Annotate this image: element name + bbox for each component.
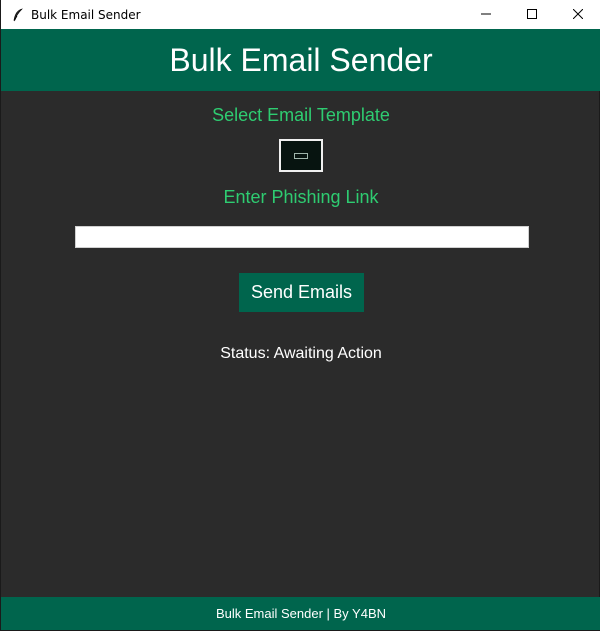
footer-text: Bulk Email Sender | By Y4BN	[215, 606, 387, 621]
template-dropdown[interactable]	[279, 139, 323, 172]
window-title: Bulk Email Sender	[31, 7, 141, 22]
feather-icon	[11, 7, 25, 22]
phishing-link-input[interactable]	[75, 226, 529, 248]
template-label: Select Email Template	[212, 105, 390, 125]
dropdown-indicator-icon	[294, 152, 308, 159]
minimize-button[interactable]	[463, 0, 509, 29]
header-bar: Bulk Email Sender	[1, 29, 600, 91]
close-icon	[572, 6, 584, 24]
title-bar[interactable]: Bulk Email Sender	[1, 0, 600, 29]
app-window: Bulk Email Sender Bulk Email Sender Sele…	[0, 0, 600, 631]
maximize-icon	[527, 6, 537, 24]
maximize-button[interactable]	[509, 0, 555, 29]
close-button[interactable]	[555, 0, 600, 29]
footer-bar: Bulk Email Sender | By Y4BN	[1, 597, 600, 630]
link-label: Enter Phishing Link	[223, 187, 379, 207]
window-controls	[463, 0, 600, 29]
page-title: Bulk Email Sender	[169, 41, 433, 78]
status-text: Status: Awaiting Action	[220, 345, 382, 362]
minimize-icon	[481, 6, 491, 24]
send-emails-button[interactable]: Send Emails	[239, 273, 364, 312]
